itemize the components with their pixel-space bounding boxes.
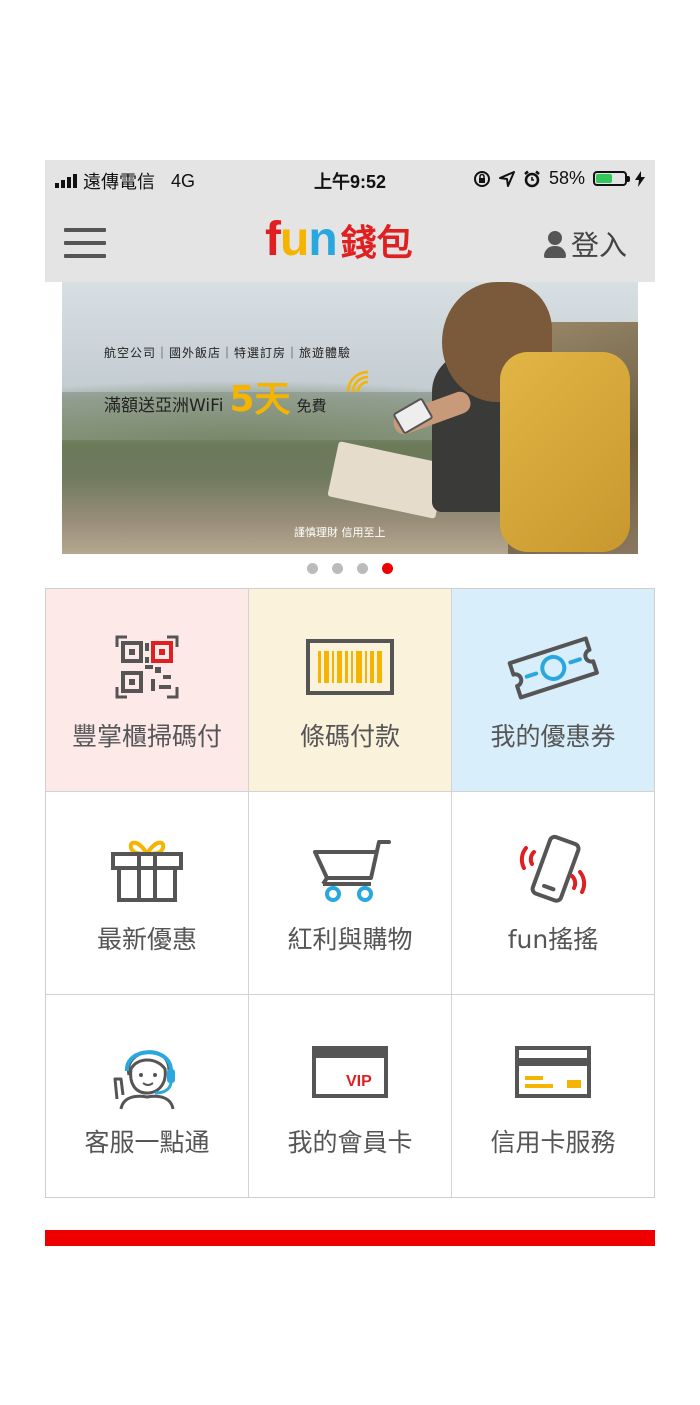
alarm-clock-icon: [524, 170, 540, 187]
coupon-ticket-icon: [452, 629, 654, 705]
charging-bolt-icon: [635, 170, 645, 187]
gift-box-icon: [46, 832, 248, 908]
banner-promo-prefix: 滿額送亞洲WiFi: [104, 396, 224, 416]
menu-label: 豐掌櫃掃碼付: [71, 722, 222, 751]
carousel-indicator: [45, 563, 655, 574]
battery-percent: 58%: [548, 168, 585, 188]
login-label: 登入: [570, 229, 627, 262]
menu-tile-my-coupons[interactable]: 我的優惠券: [452, 589, 654, 792]
menu-label: 信用卡服務: [490, 1128, 616, 1157]
menu-tile-membership-card[interactable]: VIP 我的會員卡: [249, 995, 452, 1197]
customer-service-agent-icon: [46, 1035, 248, 1111]
menu-tile-credit-card-service[interactable]: 信用卡服務: [452, 995, 654, 1197]
banner-promo: 滿額送亞洲WiFi 5天 免費: [104, 370, 327, 422]
battery-icon: [593, 171, 630, 186]
menu-label: 客服一點通: [84, 1128, 210, 1157]
carousel-dot[interactable]: [382, 563, 393, 574]
banner-disclaimer: 謹慎理財 信用至上: [294, 526, 386, 539]
menu-tile-rewards-shopping[interactable]: 紅利與購物: [249, 792, 452, 995]
logo-letter: u: [279, 213, 309, 266]
hamburger-menu-icon[interactable]: [64, 228, 106, 260]
wifi-signal-icon: [346, 370, 369, 393]
banner-map-image: [327, 441, 447, 519]
menu-tile-barcode-pay[interactable]: 條碼付款: [249, 589, 452, 792]
carousel-dot[interactable]: [357, 563, 368, 574]
battery-fill: [596, 174, 613, 183]
orientation-lock-icon: [473, 170, 490, 187]
menu-label: 紅利與購物: [287, 925, 413, 954]
menu-tile-latest-offers[interactable]: 最新優惠: [46, 792, 249, 995]
app-header: fun 錢包 登入: [45, 198, 655, 282]
barcode-icon: [249, 629, 451, 705]
menu-tile-customer-service[interactable]: 客服一點通: [46, 995, 249, 1197]
logo-wallet-text: 錢包: [340, 223, 413, 264]
shopping-cart-icon: [249, 832, 451, 908]
status-bar: 遠傳電信 4G 上午9:52 58%: [45, 160, 655, 198]
credit-card-icon: [452, 1035, 654, 1111]
vip-card-icon: VIP: [249, 1035, 451, 1111]
shaking-phone-icon: [452, 832, 654, 908]
menu-label: 條碼付款: [299, 722, 400, 751]
footer-red-bar: [45, 1230, 655, 1246]
logo-fun-text: fun: [265, 212, 338, 267]
menu-label: 我的優惠券: [490, 722, 616, 751]
banner-promo-days: 5天: [229, 379, 291, 420]
status-right: 58%: [473, 168, 645, 189]
banner-promo-suffix: 免費: [296, 397, 327, 415]
banner-categories: 航空公司｜國外飯店｜特選訂房｜旅遊體驗: [104, 346, 352, 360]
logo-letter: f: [265, 213, 281, 266]
carousel-dot[interactable]: [332, 563, 343, 574]
menu-label: 最新優惠: [96, 925, 197, 954]
menu-label: 我的會員卡: [287, 1128, 413, 1157]
carousel-dot[interactable]: [307, 563, 318, 574]
menu-label: fun搖搖: [507, 925, 599, 954]
service-menu-grid: 豐掌櫃掃碼付 條碼付款 我的優惠券 最新優惠 紅利與購物 fun搖搖 客服一點通…: [45, 588, 655, 1198]
menu-tile-qr-pay[interactable]: 豐掌櫃掃碼付: [46, 589, 249, 792]
qr-code-icon: [46, 629, 248, 705]
location-arrow-icon: [498, 170, 515, 187]
logo-letter: n: [308, 213, 337, 266]
login-button[interactable]: 登入: [543, 224, 627, 264]
promo-banner[interactable]: 航空公司｜國外飯店｜特選訂房｜旅遊體驗 滿額送亞洲WiFi 5天 免費 謹慎理財…: [62, 282, 638, 554]
app-logo: fun 錢包: [265, 212, 413, 268]
person-icon: [543, 229, 567, 259]
banner-backpack-image: [500, 352, 630, 552]
svg-text:VIP: VIP: [346, 1073, 372, 1090]
menu-tile-fun-shake[interactable]: fun搖搖: [452, 792, 654, 995]
